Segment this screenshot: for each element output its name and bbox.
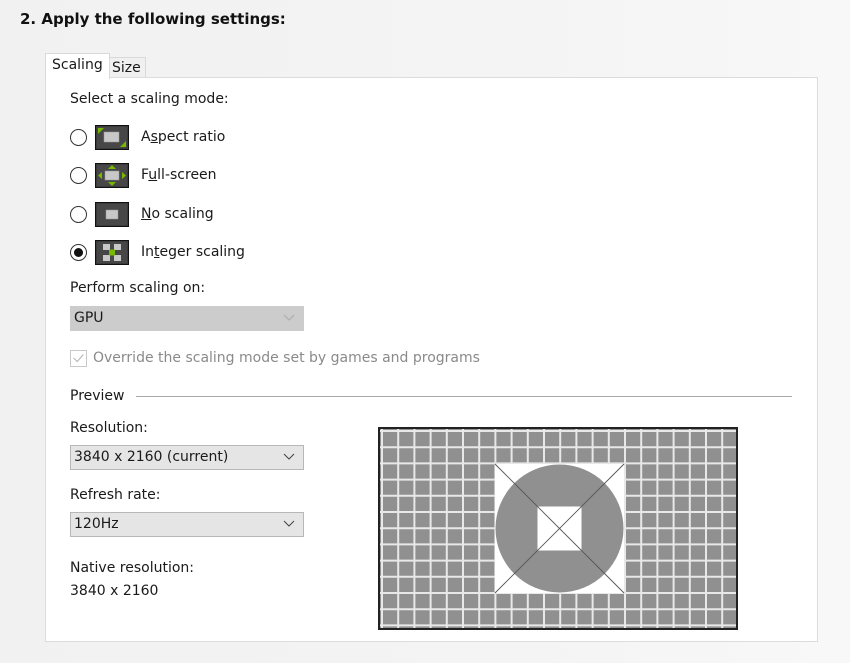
preview-divider: [136, 396, 792, 397]
radio-aspect-ratio[interactable]: [70, 129, 87, 146]
resolution-label: Resolution:: [70, 420, 148, 436]
perform-scaling-select[interactable]: GPU: [70, 306, 304, 331]
radio-full-screen[interactable]: [70, 167, 87, 184]
preview-section-label: Preview: [70, 388, 125, 404]
preview-test-pattern: [380, 429, 736, 628]
aspect-ratio-icon: [95, 125, 129, 150]
refresh-rate-value: 120Hz: [74, 516, 119, 532]
override-checkbox[interactable]: [70, 350, 87, 367]
native-resolution-label: Native resolution:: [70, 560, 194, 576]
chevron-down-icon: [283, 520, 295, 527]
perform-scaling-value: GPU: [74, 310, 104, 326]
refresh-rate-select[interactable]: 120Hz: [70, 512, 304, 537]
override-label: Override the scaling mode set by games a…: [93, 350, 480, 366]
radio-no-scaling[interactable]: [70, 206, 87, 223]
radio-integer-scaling[interactable]: [70, 244, 87, 261]
scaling-mode-label: Select a scaling mode:: [70, 91, 229, 107]
chevron-down-icon: [283, 314, 295, 321]
chevron-down-icon: [283, 453, 295, 460]
mode-label-no-scaling: No scaling: [141, 206, 214, 222]
integer-scaling-icon: [95, 240, 129, 265]
step-heading: 2. Apply the following settings:: [20, 10, 286, 28]
refresh-rate-label: Refresh rate:: [70, 487, 161, 503]
full-screen-icon: [95, 163, 129, 188]
perform-scaling-label: Perform scaling on:: [70, 280, 206, 296]
tab-size[interactable]: Size: [107, 57, 146, 79]
resolution-value: 3840 x 2160 (current): [74, 449, 229, 465]
checkmark-icon: [73, 354, 84, 363]
native-resolution-value: 3840 x 2160: [70, 583, 159, 599]
mode-label-full-screen: Full-screen: [141, 167, 217, 183]
mode-label-integer-scaling: Integer scaling: [141, 244, 245, 260]
tab-scaling[interactable]: Scaling: [45, 53, 110, 79]
scaling-preview: [378, 427, 738, 630]
no-scaling-icon: [95, 202, 129, 227]
mode-label-aspect-ratio: Aspect ratio: [141, 129, 226, 145]
resolution-select[interactable]: 3840 x 2160 (current): [70, 445, 304, 470]
